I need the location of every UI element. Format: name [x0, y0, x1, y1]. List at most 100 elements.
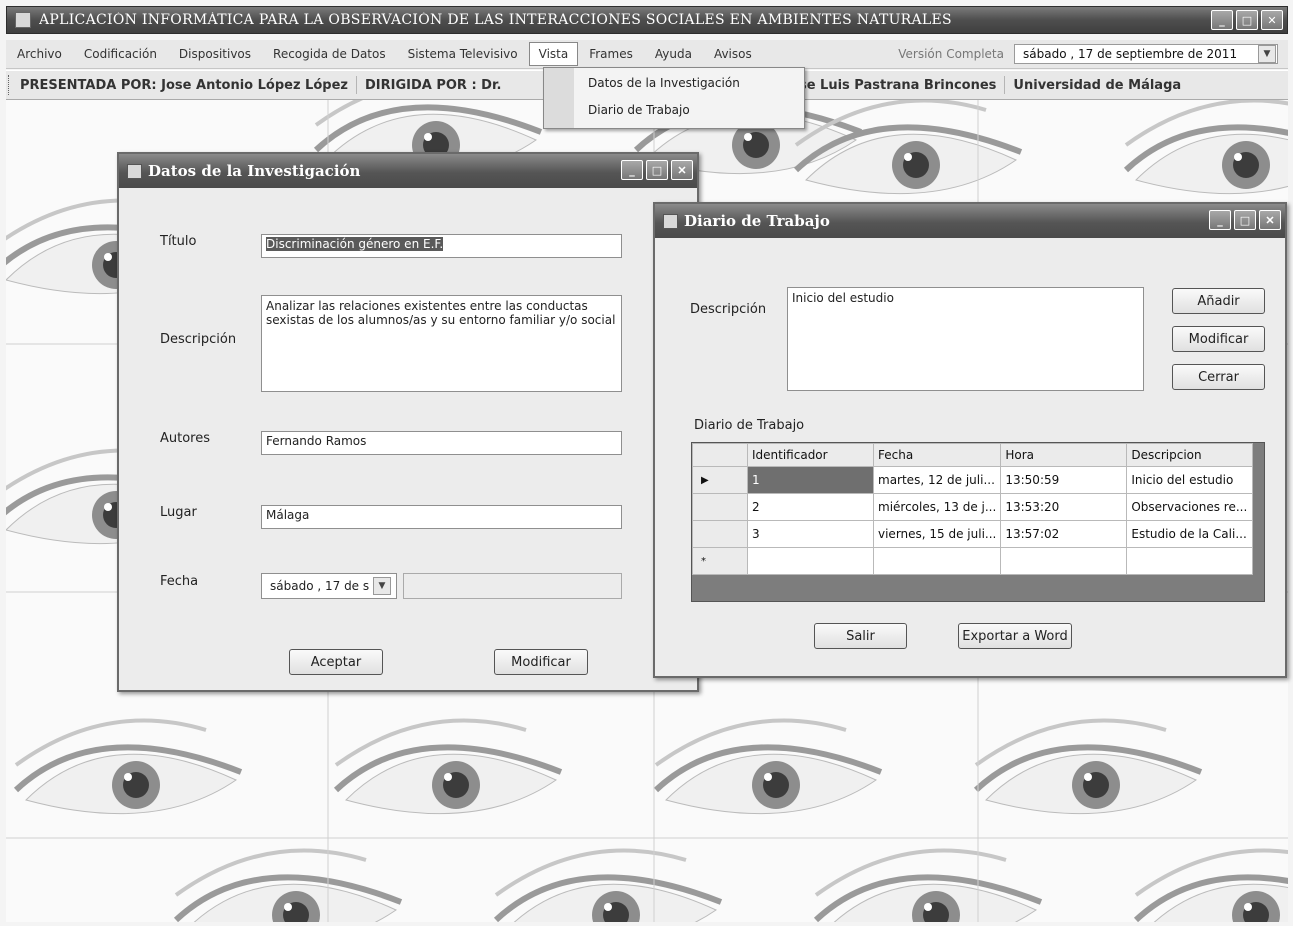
window-controls: _ □ ✕: [1211, 10, 1283, 30]
table-row[interactable]: 3 viernes, 15 de juli... 13:57:02 Estudi…: [692, 520, 1254, 548]
close-icon[interactable]: ✕: [671, 160, 693, 180]
titulo-field[interactable]: Discriminación género en E.F.: [261, 234, 622, 258]
chevron-down-icon[interactable]: ▼: [1258, 45, 1276, 63]
salir-button[interactable]: Salir: [814, 623, 907, 649]
maximize-icon[interactable]: □: [1234, 210, 1256, 230]
table-cell[interactable]: martes, 12 de juli...: [872, 466, 1002, 494]
new-row[interactable]: *: [692, 547, 1254, 575]
fecha-extra-field: [403, 573, 622, 599]
table-cell[interactable]: Estudio de la Cali...: [1126, 520, 1254, 548]
menu-archivo[interactable]: Archivo: [6, 43, 73, 65]
eye-image: [336, 721, 561, 814]
menu-sistema-televisivo[interactable]: Sistema Televisivo: [397, 43, 529, 65]
minimize-icon[interactable]: _: [1209, 210, 1231, 230]
date-picker[interactable]: sábado , 17 de septiembre de 2011 ▼: [1014, 44, 1278, 64]
descripcion-label: Descripción: [160, 332, 237, 347]
modificar-button[interactable]: Modificar: [1172, 326, 1265, 352]
menu-ayuda[interactable]: Ayuda: [644, 43, 703, 65]
menu-item-datos-investigacion[interactable]: Datos de la Investigación: [588, 76, 740, 90]
diario-trabajo-window: Diario de Trabajo _ □ ✕ Descripción Inic…: [653, 202, 1287, 678]
menu-dispositivos[interactable]: Dispositivos: [168, 43, 262, 65]
app-window: APLICACIÓN INFORMÁTICA PARA LA OBSERVACI…: [0, 0, 1293, 926]
titulo-value: Discriminación género en E.F.: [266, 237, 444, 251]
row-header[interactable]: [692, 520, 748, 548]
table-cell[interactable]: 1: [747, 466, 874, 494]
menu-gutter: [544, 68, 574, 128]
date-value: sábado , 17 de septiembre de 2011: [1023, 47, 1238, 61]
table-cell[interactable]: [872, 547, 1002, 575]
menu-vista[interactable]: Vista: [528, 42, 579, 66]
app-icon: [15, 12, 31, 28]
menu-bar: Archivo Codificación Dispositivos Recogi…: [6, 40, 1288, 69]
row-header[interactable]: [692, 493, 748, 521]
diario-table: Identificador Fecha Hora Descripcion ▶ 1…: [692, 443, 1254, 575]
anadir-button[interactable]: Añadir: [1172, 288, 1265, 314]
autores-label: Autores: [160, 431, 211, 446]
minimize-icon[interactable]: _: [1211, 10, 1233, 30]
table-cell[interactable]: [747, 547, 874, 575]
table-row[interactable]: 2 miércoles, 13 de j... 13:53:20 Observa…: [692, 493, 1254, 521]
close-icon[interactable]: ✕: [1259, 210, 1281, 230]
autores-field[interactable]: Fernando Ramos: [261, 431, 622, 455]
table-cell[interactable]: viernes, 15 de juli...: [872, 520, 1002, 548]
restore-icon[interactable]: □: [1236, 10, 1258, 30]
close-icon[interactable]: ✕: [1261, 10, 1283, 30]
column-header-hora[interactable]: Hora: [1000, 443, 1128, 467]
modificar-button[interactable]: Modificar: [494, 649, 588, 675]
window-icon: [663, 213, 678, 229]
table-cell[interactable]: 3: [747, 520, 874, 548]
table-cell[interactable]: Observaciones re...: [1126, 493, 1254, 521]
table-cell[interactable]: 13:57:02: [1000, 520, 1128, 548]
table-header-row: Identificador Fecha Hora Descripcion: [692, 443, 1254, 467]
table-cell[interactable]: 13:50:59: [1000, 466, 1128, 494]
titulo-label: Título: [160, 234, 197, 249]
diario-window-title: Diario de Trabajo: [684, 212, 830, 230]
table-cell[interactable]: miércoles, 13 de j...: [872, 493, 1002, 521]
current-row-indicator[interactable]: ▶: [692, 466, 748, 494]
diario-window-titlebar: Diario de Trabajo _ □ ✕: [655, 204, 1285, 238]
new-row-indicator[interactable]: *: [692, 547, 748, 575]
table-cell[interactable]: Inicio del estudio: [1126, 466, 1254, 494]
credit-presented: PRESENTADA POR: Jose Antonio López López: [20, 77, 348, 93]
eye-image: [16, 721, 241, 814]
table-cell[interactable]: [1000, 547, 1128, 575]
toolbar-grip[interactable]: [8, 75, 11, 95]
datos-investigacion-window: Datos de la Investigación _ □ ✕ Título D…: [117, 152, 699, 692]
header-corner: [692, 443, 748, 467]
column-header-identificador[interactable]: Identificador: [747, 443, 874, 467]
menu-codificacion[interactable]: Codificación: [73, 43, 168, 65]
eye-image: [816, 851, 1041, 922]
maximize-icon[interactable]: □: [646, 160, 668, 180]
fecha-picker[interactable]: sábado , 17 de s ▼: [261, 573, 397, 599]
aceptar-button[interactable]: Aceptar: [289, 649, 383, 675]
window-controls: _ □ ✕: [621, 160, 693, 180]
menu-frames[interactable]: Frames: [578, 43, 644, 65]
datos-window-title: Datos de la Investigación: [148, 162, 361, 180]
version-label: Versión Completa: [898, 47, 1004, 61]
eye-image: [1126, 101, 1288, 194]
chevron-down-icon[interactable]: ▼: [373, 577, 391, 595]
table-cell[interactable]: 13:53:20: [1000, 493, 1128, 521]
table-cell[interactable]: [1126, 547, 1254, 575]
diario-descripcion-field[interactable]: Inicio del estudio: [787, 287, 1144, 391]
app-titlebar: APLICACIÓN INFORMÁTICA PARA LA OBSERVACI…: [6, 6, 1288, 34]
descripcion-field[interactable]: Analizar las relaciones existentes entre…: [261, 295, 622, 392]
datos-window-titlebar: Datos de la Investigación _ □ ✕: [119, 154, 697, 188]
column-header-fecha[interactable]: Fecha: [872, 443, 1002, 467]
exportar-word-button[interactable]: Exportar a Word: [958, 623, 1072, 649]
column-header-descripcion[interactable]: Descripcion: [1126, 443, 1254, 467]
eye-image: [656, 721, 881, 814]
diario-data-grid: Identificador Fecha Hora Descripcion ▶ 1…: [691, 442, 1265, 602]
table-row[interactable]: ▶ 1 martes, 12 de juli... 13:50:59 Inici…: [692, 466, 1254, 494]
lugar-field[interactable]: Málaga: [261, 505, 622, 529]
menu-item-diario-trabajo[interactable]: Diario de Trabajo: [588, 103, 690, 117]
table-cell[interactable]: 2: [747, 493, 874, 521]
cerrar-button[interactable]: Cerrar: [1172, 364, 1265, 390]
minimize-icon[interactable]: _: [621, 160, 643, 180]
lugar-label: Lugar: [160, 505, 197, 520]
menu-recogida-de-datos[interactable]: Recogida de Datos: [262, 43, 397, 65]
app-title: APLICACIÓN INFORMÁTICA PARA LA OBSERVACI…: [39, 12, 952, 28]
vista-dropdown-menu: Datos de la Investigación Diario de Trab…: [543, 67, 805, 129]
menu-avisos[interactable]: Avisos: [703, 43, 763, 65]
eye-image: [176, 851, 401, 922]
